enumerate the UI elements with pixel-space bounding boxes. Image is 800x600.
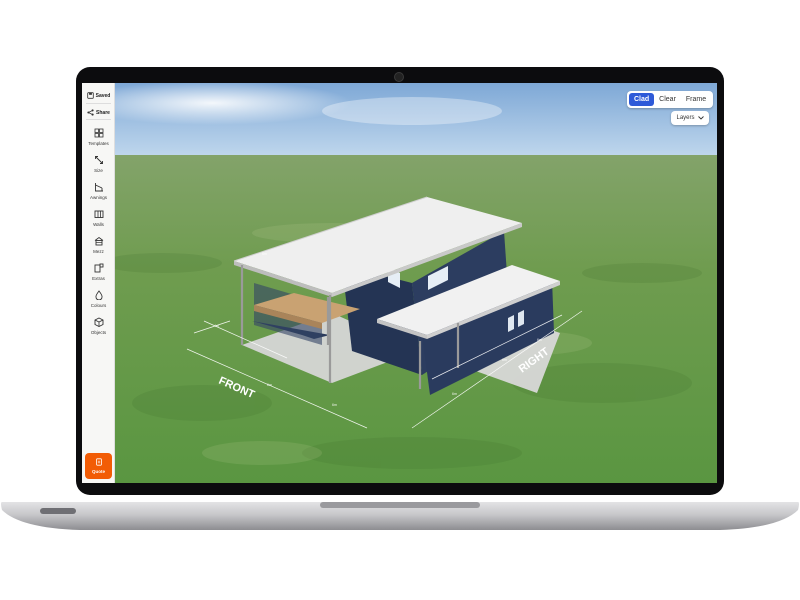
tool-label: Awnings [90,195,107,200]
svg-text:4m: 4m [214,324,219,328]
viewport-3d[interactable]: 6m 6m 6m 6m 6m 6m 4m FRONT RIGHT [82,83,717,483]
chevron-down-icon [697,116,704,120]
document-icon [95,458,102,466]
view-frame-button[interactable]: Frame [681,93,711,106]
tool-label: Size [94,168,103,173]
tool-colours[interactable]: Colours [82,290,115,308]
saved-button[interactable]: Saved [82,92,115,99]
grid-icon [94,128,103,138]
svg-text:6m: 6m [332,403,337,407]
save-icon [86,92,94,99]
tool-awnings[interactable]: Awnings [82,182,115,200]
svg-text:6m: 6m [502,358,507,362]
share-icon [87,109,94,116]
resize-icon [94,156,103,164]
tool-size[interactable]: Size [82,155,115,173]
svg-text:6m: 6m [267,383,272,387]
droplet-icon [94,290,103,300]
tool-walls[interactable]: Walls [82,209,115,227]
laptop-base [1,502,799,530]
view-clear-button[interactable]: Clear [654,93,681,106]
tool-label: Templates [88,141,109,146]
awning-icon [94,183,103,192]
quote-label: Quote [92,469,105,474]
tool-objects[interactable]: Objects [82,317,115,335]
app-screen: 6m 6m 6m 6m 6m 6m 4m FRONT RIGHT Saved S… [82,83,717,483]
share-label: Share [96,109,110,116]
svg-text:6m: 6m [452,392,457,396]
layers-dropdown[interactable]: Layers [671,111,709,125]
divider [86,119,111,120]
tool-templates[interactable]: Templates [82,128,115,146]
saved-label: Saved [95,92,111,99]
left-toolbar: Saved Share Templates Size Awnings Walls… [82,83,115,483]
layers-label: Layers [676,115,695,121]
mezzanine-icon [94,236,103,246]
tool-label: Walls [93,222,104,227]
svg-text:6m: 6m [262,252,267,256]
tool-label: Extras [92,276,105,281]
view-mode-toggle: Clad Clear Frame [627,91,714,108]
tool-label: Colours [90,303,107,308]
laptop-frame: 6m 6m 6m 6m 6m 6m 4m FRONT RIGHT Saved S… [0,0,800,600]
view-clad-button[interactable]: Clad [629,93,655,106]
quote-button[interactable]: Quote [85,453,112,479]
walls-icon [94,210,103,218]
cube-icon [94,317,103,327]
tool-label: Mezz [93,249,104,254]
tool-mezz[interactable]: Mezz [82,236,115,254]
webcam [394,72,404,82]
tool-extras[interactable]: Extras [82,263,115,281]
svg-text:6m: 6m [537,338,542,342]
share-button[interactable]: Share [82,109,115,116]
extras-icon [94,263,103,273]
divider [86,103,111,104]
tool-label: Objects [90,330,107,335]
